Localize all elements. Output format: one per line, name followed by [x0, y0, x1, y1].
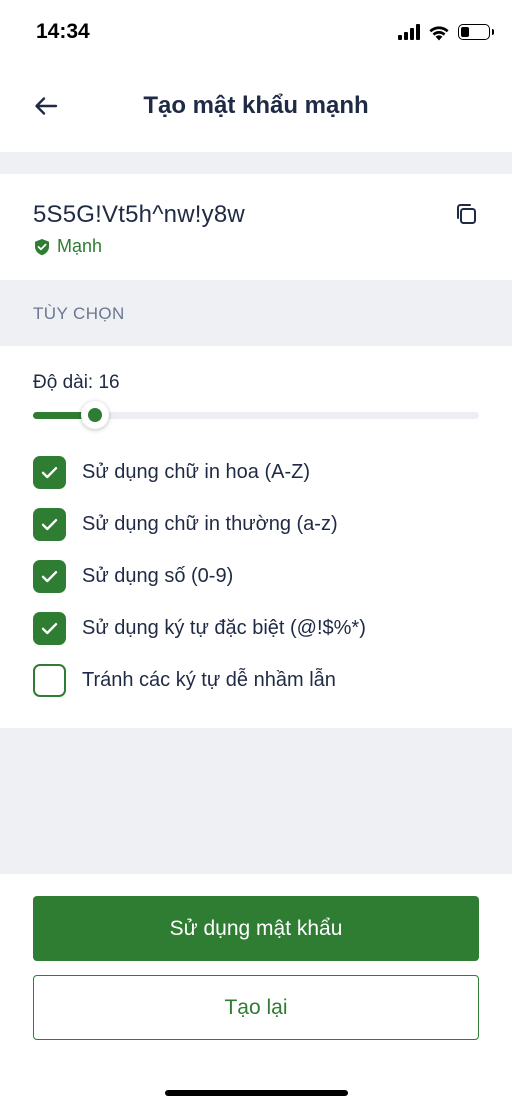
strength-label: Mạnh — [57, 236, 103, 256]
option-label: Sử dụng số (0-9) — [82, 564, 234, 587]
status-icons — [398, 22, 494, 42]
action-panel: Sử dụng mật khẩu Tạo lại — [0, 874, 512, 1109]
checkbox-icon[interactable] — [33, 455, 66, 489]
option-numbers[interactable]: Sử dụng số (0-9) — [33, 558, 483, 594]
password-card: 5S5G!Vt5h^nw!y8w Mạnh — [0, 174, 512, 280]
wifi-icon — [429, 25, 449, 40]
option-lowercase[interactable]: Sử dụng chữ in thường (a-z) — [33, 506, 483, 542]
status-time: 14:34 — [36, 20, 90, 43]
copy-button[interactable] — [450, 198, 482, 230]
checkbox-icon[interactable] — [33, 663, 66, 697]
page-title: Tạo mật khẩu mạnh — [143, 92, 369, 119]
regenerate-button[interactable]: Tạo lại — [33, 975, 479, 1040]
status-bar: 14:34 — [0, 0, 512, 62]
generated-password: 5S5G!Vt5h^nw!y8w — [33, 201, 245, 228]
option-label: Tránh các ký tự dễ nhầm lẫn — [82, 668, 336, 691]
options-panel: Độ dài: 16 Sử dụng chữ in hoa (A-Z) Sử d… — [0, 346, 512, 728]
copy-icon — [457, 204, 476, 224]
home-indicator — [165, 1090, 348, 1096]
option-special-characters[interactable]: Sử dụng ký tự đặc biệt (@!$%*) — [33, 610, 483, 646]
shield-check-icon — [35, 238, 49, 255]
empty-area — [0, 728, 512, 874]
option-uppercase[interactable]: Sử dụng chữ in hoa (A-Z) — [33, 454, 483, 490]
strength-indicator: Mạnh — [34, 236, 102, 257]
cellular-signal-icon — [398, 24, 420, 40]
option-avoid-ambiguous[interactable]: Tránh các ký tự dễ nhầm lẫn — [33, 662, 483, 698]
nav-bar: Tạo mật khẩu mạnh — [0, 62, 512, 152]
option-label: Sử dụng chữ in thường (a-z) — [82, 512, 338, 535]
checkbox-icon[interactable] — [33, 611, 66, 645]
checkbox-icon[interactable] — [33, 507, 66, 541]
option-label: Sử dụng chữ in hoa (A-Z) — [82, 460, 310, 483]
section-divider — [0, 152, 512, 174]
use-password-button[interactable]: Sử dụng mật khẩu — [33, 896, 479, 961]
options-section-label: TÙY CHỌN — [33, 304, 125, 323]
battery-icon — [458, 24, 494, 40]
length-slider[interactable] — [33, 401, 479, 429]
checkbox-icon[interactable] — [33, 559, 66, 593]
length-label: Độ dài: 16 — [33, 372, 120, 393]
options-section-header: TÙY CHỌN — [0, 280, 512, 346]
option-label: Sử dụng ký tự đặc biệt (@!$%*) — [82, 616, 366, 639]
slider-thumb[interactable] — [81, 401, 110, 429]
